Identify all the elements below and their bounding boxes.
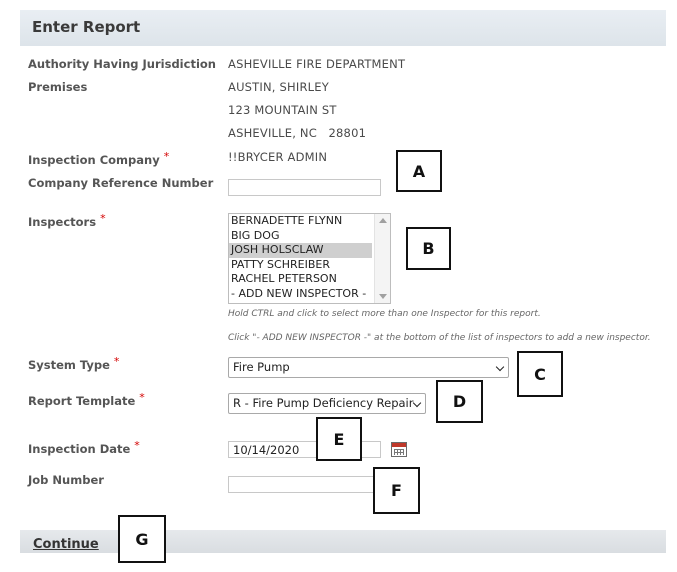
- premises-line2: 123 MOUNTAIN ST: [228, 103, 337, 117]
- inspectors-hint-add: Click "- ADD NEW INSPECTOR -" at the bot…: [228, 333, 651, 343]
- calendar-icon[interactable]: [391, 442, 407, 457]
- continue-link[interactable]: Continue: [33, 537, 99, 552]
- premises-label: Premises: [28, 80, 88, 94]
- inspector-option[interactable]: JOSH HOLSCLAW: [229, 243, 372, 258]
- inspector-option[interactable]: - ADD NEW INSPECTOR -: [229, 287, 372, 302]
- page-title: Enter Report: [32, 18, 141, 36]
- inspectors-scrollbar[interactable]: [374, 214, 390, 303]
- callout-a: A: [396, 150, 442, 192]
- inspector-option[interactable]: RACHEL PETERSON: [229, 272, 372, 287]
- system-type-select[interactable]: Fire Pump: [228, 357, 509, 378]
- inspection-company-label-text: Inspection Company: [28, 153, 160, 167]
- inspectors-label-text: Inspectors: [28, 215, 97, 229]
- callout-e: E: [316, 417, 362, 461]
- inspector-option[interactable]: BERNADETTE FLYNN: [229, 214, 372, 229]
- calendar-icon-grid: [394, 449, 404, 455]
- callout-d: D: [436, 380, 483, 423]
- callout-b: B: [406, 227, 451, 270]
- scroll-down-icon[interactable]: [379, 294, 387, 299]
- ahj-value: ASHEVILLE FIRE DEPARTMENT: [228, 57, 406, 71]
- scroll-up-icon[interactable]: [379, 218, 387, 223]
- inspector-option[interactable]: PATTY SCHREIBER: [229, 258, 372, 273]
- report-template-select[interactable]: R - Fire Pump Deficiency Repair: [228, 393, 426, 414]
- inspectors-label: Inspectors *: [28, 212, 106, 229]
- system-type-selected: Fire Pump: [233, 360, 290, 374]
- required-marker: *: [134, 439, 140, 452]
- premises-line1: AUSTIN, SHIRLEY: [228, 80, 329, 94]
- required-marker: *: [100, 212, 106, 225]
- report-template-selected: R - Fire Pump Deficiency Repair: [233, 396, 414, 410]
- chevron-down-icon: [412, 398, 422, 408]
- callout-c: C: [517, 351, 563, 397]
- required-marker: *: [163, 150, 170, 163]
- inspection-company-label: Inspection Company *: [28, 150, 170, 167]
- inspection-date-label-text: Inspection Date: [28, 442, 131, 456]
- report-template-label: Report Template *: [28, 391, 145, 408]
- chevron-down-icon: [495, 362, 505, 372]
- callout-f: F: [373, 467, 420, 514]
- job-number-input[interactable]: [228, 476, 381, 493]
- footer-bar: [20, 530, 666, 553]
- callout-g: G: [118, 515, 166, 563]
- required-marker: *: [139, 391, 145, 404]
- system-type-label-text: System Type: [28, 358, 110, 372]
- company-reference-input[interactable]: [228, 179, 381, 196]
- required-marker: *: [113, 355, 120, 368]
- inspector-option[interactable]: BIG DOG: [229, 229, 372, 244]
- job-number-label: Job Number: [28, 473, 104, 487]
- calendar-icon-header: [392, 443, 406, 447]
- inspection-date-label: Inspection Date *: [28, 439, 140, 456]
- inspectors-listbox[interactable]: BERNADETTE FLYNN BIG DOG JOSH HOLSCLAW PATT…: [228, 213, 391, 304]
- premises-line3: ASHEVILLE, NC 28801: [228, 126, 367, 140]
- company-reference-label: Company Reference Number: [28, 176, 214, 190]
- report-template-label-text: Report Template: [28, 394, 136, 408]
- system-type-label: System Type *: [28, 355, 120, 372]
- inspectors-hint-ctrl: Hold CTRL and click to select more than …: [228, 309, 541, 319]
- ahj-label: Authority Having Jurisdiction: [28, 57, 216, 71]
- inspection-company-value: !!BRYCER ADMIN: [228, 150, 328, 164]
- inspectors-options: BERNADETTE FLYNN BIG DOG JOSH HOLSCLAW PATT…: [229, 214, 390, 301]
